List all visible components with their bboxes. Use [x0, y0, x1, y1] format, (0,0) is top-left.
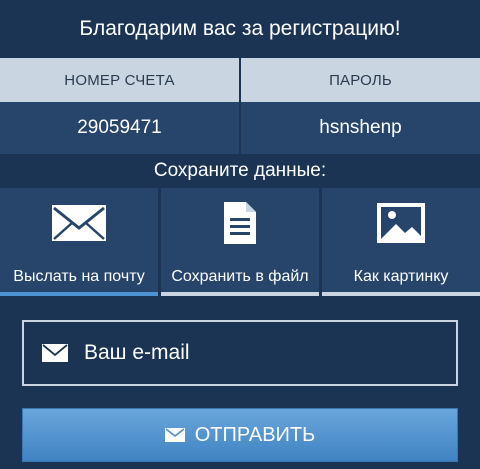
- account-number-header: НОМЕР СЧЕТА: [64, 71, 175, 89]
- option-underline: [161, 292, 319, 296]
- page-title: Благодарим вас за регистрацию!: [79, 17, 401, 40]
- envelope-icon: [42, 344, 68, 362]
- option-label: Выслать на почту: [13, 268, 145, 285]
- email-input[interactable]: [84, 341, 424, 365]
- password-value: hsnshenp: [239, 102, 480, 154]
- option-label: Как картинку: [353, 268, 449, 285]
- credentials-header: НОМЕР СЧЕТА ПАРОЛЬ: [0, 58, 480, 102]
- email-field[interactable]: [22, 320, 458, 386]
- envelope-icon: [164, 428, 185, 442]
- password-header: ПАРОЛЬ: [239, 58, 480, 102]
- credentials-values: 29059471 hsnshenp: [0, 102, 480, 154]
- save-options: Выслать на почту Сохранить в файл Как ка…: [0, 188, 480, 296]
- send-button[interactable]: ОТПРАВИТЬ: [22, 408, 458, 462]
- save-to-file-option[interactable]: Сохранить в файл: [158, 188, 319, 296]
- send-button-label: ОТПРАВИТЬ: [194, 423, 316, 446]
- option-underline: [0, 292, 158, 296]
- envelope-icon: [51, 204, 107, 247]
- document-icon: [222, 200, 258, 251]
- account-number-value: 29059471: [77, 117, 162, 138]
- option-underline: [322, 292, 480, 296]
- option-label: Сохранить в файл: [171, 268, 309, 285]
- send-to-email-option[interactable]: Выслать на почту: [0, 188, 158, 296]
- save-as-image-option[interactable]: Как картинку: [319, 188, 480, 296]
- save-data-heading: Сохраните данные:: [153, 160, 327, 181]
- image-icon: [376, 202, 426, 249]
